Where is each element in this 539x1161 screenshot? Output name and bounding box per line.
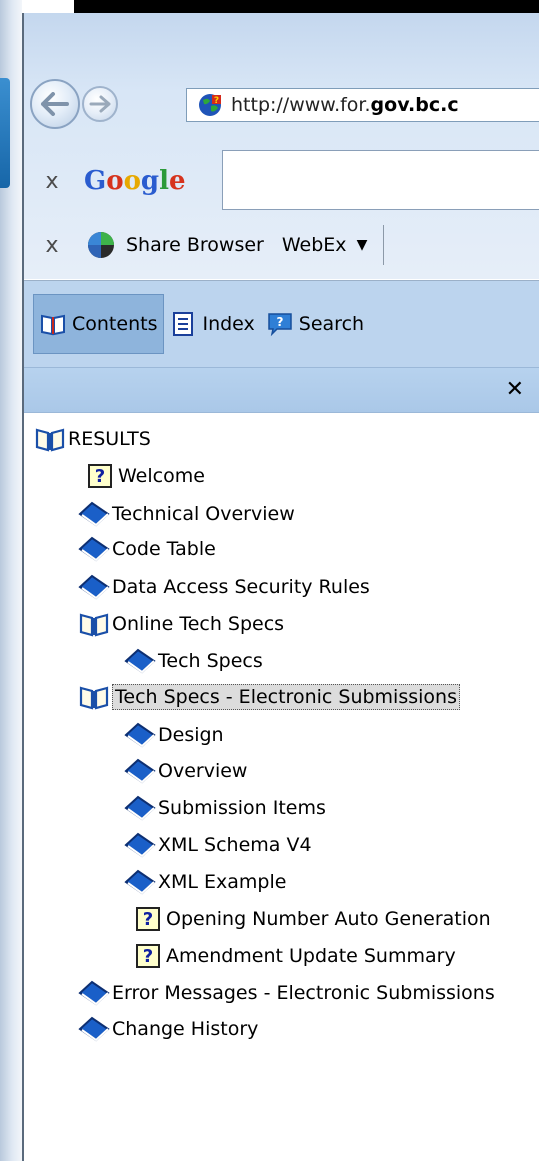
tree-item-label: Amendment Update Summary [166, 945, 456, 967]
closed-book-icon [78, 980, 110, 1006]
tree-item-label: Tech Specs [158, 650, 263, 672]
tree-item-error-messages[interactable]: Error Messages - Electronic Submissions [78, 976, 495, 1010]
tree-item-amendment-update-summary[interactable]: ? Amendment Update Summary [136, 939, 456, 973]
closed-book-icon [124, 832, 156, 858]
closed-book-icon [124, 648, 156, 674]
tree-item-submission-items[interactable]: Submission Items [124, 791, 326, 825]
tree-item-label: Technical Overview [112, 503, 295, 525]
help-page-icon: ? [88, 464, 112, 488]
tree-item-label: Change History [112, 1018, 259, 1040]
tree-item-label: RESULTS [68, 428, 151, 450]
tree-item-online-tech-specs[interactable]: Online Tech Specs [78, 607, 284, 641]
tree-item-tech-specs-electronic-submissions[interactable]: Tech Specs - Electronic Submissions [78, 680, 460, 714]
tree-item-label: Tech Specs - Electronic Submissions [112, 684, 460, 710]
tree-item-data-access-security-rules[interactable]: Data Access Security Rules [78, 570, 370, 604]
closed-book-icon [124, 795, 156, 821]
open-book-icon [35, 428, 65, 452]
closed-book-icon [78, 501, 110, 527]
tree-item-label: XML Example [158, 871, 287, 893]
closed-book-icon [124, 722, 156, 748]
tree-item-label: Submission Items [158, 797, 326, 819]
tree-item-label: Code Table [112, 538, 216, 560]
closed-book-icon [124, 758, 156, 784]
tree-item-design[interactable]: Design [124, 718, 224, 752]
tree-item-label: Data Access Security Rules [112, 576, 370, 598]
tree-item-tech-specs[interactable]: Tech Specs [124, 644, 263, 678]
tree-item-label: Online Tech Specs [112, 613, 285, 635]
contents-tree: RESULTS ? Welcome Technical Overview Cod… [0, 0, 539, 1161]
open-book-icon [79, 686, 109, 710]
closed-book-icon [78, 536, 110, 562]
tree-item-label: Error Messages - Electronic Submissions [112, 982, 495, 1004]
tree-item-label: Opening Number Auto Generation [166, 908, 491, 930]
tree-item-opening-number-auto-generation[interactable]: ? Opening Number Auto Generation [136, 902, 491, 936]
tree-item-label: Design [158, 724, 224, 746]
tree-item-welcome[interactable]: ? Welcome [88, 459, 205, 493]
open-book-icon [79, 613, 109, 637]
help-page-icon: ? [136, 944, 160, 968]
closed-book-icon [124, 869, 156, 895]
tree-item-code-table[interactable]: Code Table [78, 532, 216, 566]
tree-item-xml-example[interactable]: XML Example [124, 865, 286, 899]
tree-item-label: Welcome [118, 465, 205, 487]
tree-item-label: XML Schema V4 [158, 834, 312, 856]
closed-book-icon [78, 574, 110, 600]
tree-item-overview[interactable]: Overview [124, 754, 247, 788]
tree-item-xml-schema-v4[interactable]: XML Schema V4 [124, 828, 312, 862]
tree-item-results[interactable]: RESULTS [34, 422, 151, 456]
tree-item-change-history[interactable]: Change History [78, 1012, 258, 1046]
tree-item-label: Overview [158, 760, 248, 782]
help-page-icon: ? [136, 907, 160, 931]
closed-book-icon [78, 1016, 110, 1042]
tree-item-technical-overview[interactable]: Technical Overview [78, 497, 295, 531]
